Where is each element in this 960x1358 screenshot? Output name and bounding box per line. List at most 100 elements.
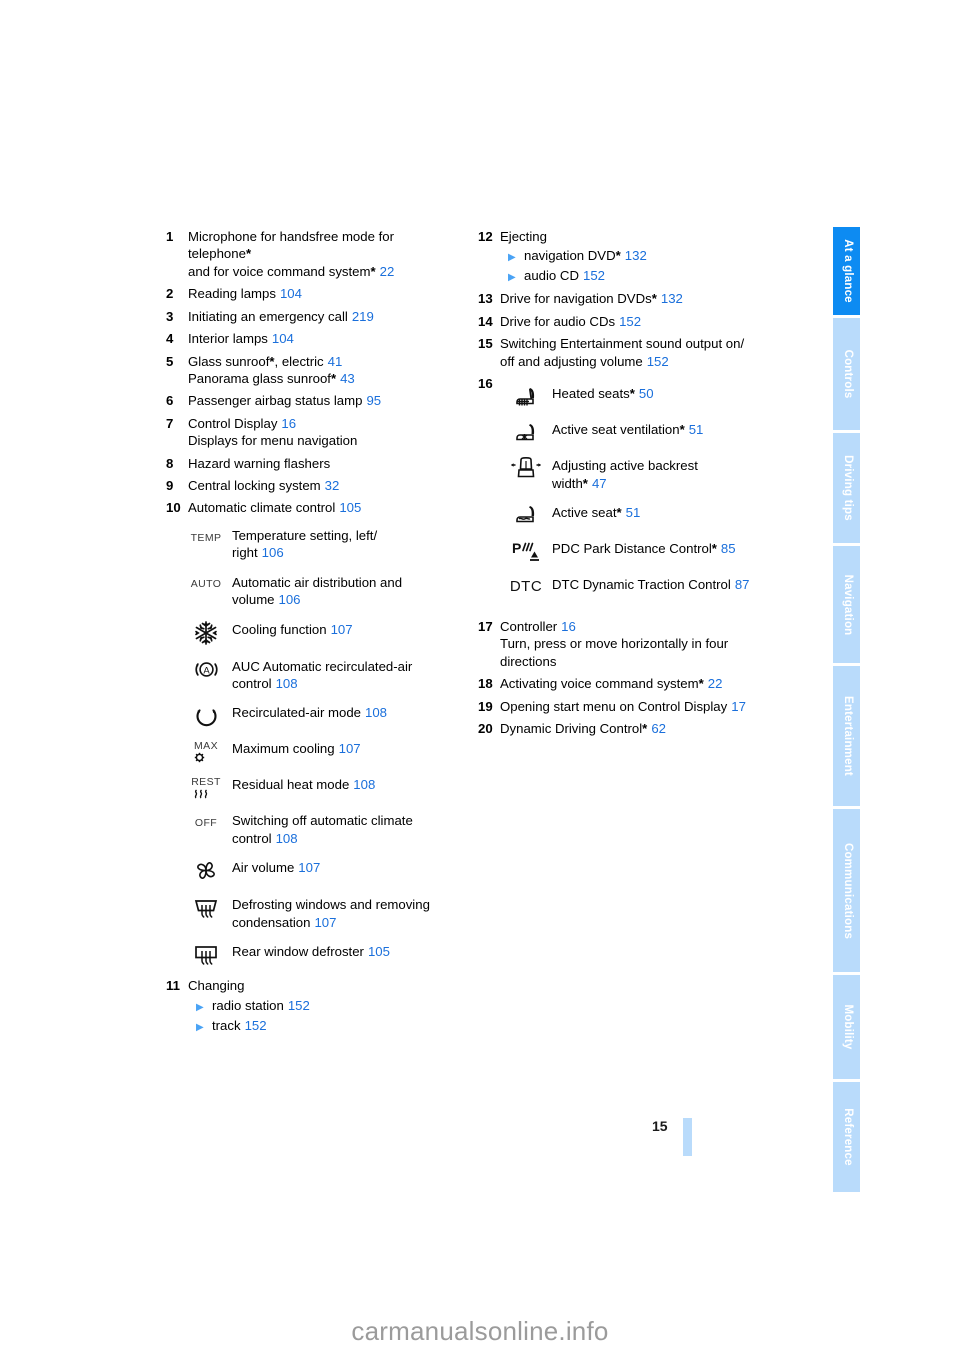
page-reference[interactable]: 95 (366, 393, 381, 408)
item-number: 3 (166, 308, 174, 324)
page-reference[interactable]: 152 (583, 268, 605, 283)
page-reference[interactable]: 107 (314, 915, 336, 930)
page-reference[interactable]: 105 (339, 500, 361, 515)
page-reference[interactable]: 108 (353, 777, 375, 792)
page-reference[interactable]: 62 (651, 721, 666, 736)
numbered-item: 10 Automatic climate control 105 (166, 499, 462, 516)
item-number: 12 (478, 229, 493, 244)
page-reference[interactable]: 22 (380, 264, 395, 279)
numbered-item: 19 Opening start menu on Control Display 1… (478, 698, 808, 715)
dtc-icon: DTC (509, 578, 543, 596)
page-reference[interactable]: 219 (352, 309, 374, 324)
page-reference[interactable]: 104 (272, 331, 294, 346)
chapter-tab-label: Navigation (841, 574, 854, 635)
fan-icon (197, 862, 215, 880)
page-reference[interactable]: 108 (276, 676, 298, 691)
chapter-tab-mobility[interactable]: Mobility (833, 975, 860, 1079)
page-reference[interactable]: 132 (661, 291, 683, 306)
page-reference[interactable]: 16 (281, 416, 296, 431)
page-reference[interactable]: 152 (647, 354, 669, 369)
page-reference[interactable]: 152 (619, 314, 641, 329)
sub-bullet-label: track 152 (212, 1017, 267, 1033)
item-body: Reading lamps 104 (188, 285, 462, 302)
item-body: Opening start menu on Control Display 17 (500, 698, 808, 715)
page-reference[interactable]: 104 (280, 286, 302, 301)
page-reference[interactable]: 22 (708, 676, 723, 691)
icon-description: Air volume 107 (232, 857, 462, 876)
page-reference[interactable]: 87 (735, 577, 750, 592)
item-line: Reading lamps 104 (188, 286, 302, 302)
icon-description: Maximum cooling 107 (232, 738, 462, 757)
chapter-tab-entertainment[interactable]: Entertainment (833, 666, 860, 806)
page-reference[interactable]: 132 (625, 248, 647, 263)
chapter-tab-controls[interactable]: Controls (833, 318, 860, 430)
svg-text:P: P (512, 540, 521, 556)
page-reference[interactable]: 106 (262, 545, 284, 560)
item-body: Automatic climate control 105 (188, 499, 462, 516)
page-reference[interactable]: 105 (368, 944, 390, 959)
item-line: Panorama glass sunroof* 43 (188, 370, 355, 386)
page-reference[interactable]: 41 (328, 354, 343, 369)
page-reference[interactable]: 47 (592, 476, 607, 491)
item-line: Passenger airbag status lamp 95 (188, 393, 382, 409)
page-reference[interactable]: 17 (731, 699, 746, 714)
numbered-item: 14 Drive for audio CDs 152 (478, 313, 808, 330)
item-line: Recirculated-air mode 108 (232, 705, 388, 721)
icon-row: REST Residual heat mode 108 (180, 774, 462, 800)
item-number: 15 (478, 336, 493, 352)
chapter-tab-at-a-glance[interactable]: At a glance (833, 227, 860, 315)
triangle-bullet-icon: ▶ (508, 252, 516, 264)
left-content-column: 1 Microphone for handsfree mode for teleph… (166, 228, 462, 1040)
page-reference[interactable]: 51 (626, 505, 641, 520)
icon-row: AUTO Automatic air distribution and volume… (180, 572, 462, 609)
page-reference[interactable]: 107 (298, 860, 320, 875)
seat-ventilation-icon (516, 423, 535, 440)
chapter-tab-reference[interactable]: Reference (833, 1082, 860, 1192)
page-reference[interactable]: 152 (288, 998, 310, 1013)
chapter-tab-label: Controls (841, 349, 854, 399)
chapter-tab-rail: At a glance Controls Driving tips Navigatio… (833, 227, 860, 1192)
item-line: Heated seats* 50 (552, 386, 654, 402)
item-number: 7 (166, 415, 174, 431)
item-number: 13 (478, 291, 493, 307)
item-line: Turn, press or move horizontally in four (500, 636, 729, 652)
page-reference[interactable]: 16 (561, 619, 576, 634)
residual-heat-icon: REST (180, 774, 232, 800)
page-reference[interactable]: 107 (339, 741, 361, 756)
chapter-tab-navigation[interactable]: Navigation (833, 546, 860, 663)
icon-description: Residual heat mode 108 (232, 774, 462, 793)
item-line: width* 47 (552, 475, 607, 491)
page-reference[interactable]: 50 (639, 386, 654, 401)
chapter-tab-label: Reference (841, 1108, 854, 1166)
numbered-item: 5 Glass sunroof*, electric 41 Panorama glas… (166, 353, 462, 388)
item-16-seat-functions: 16 Heated seats* 50 Active seat ventilatio… (478, 375, 808, 618)
triangle-bullet-icon: ▶ (508, 272, 516, 284)
triangle-bullet-icon: ▶ (196, 1021, 204, 1033)
page-reference[interactable]: 85 (721, 541, 736, 556)
sub-bullet: ▶ navigation DVD* 132 (500, 247, 808, 265)
page-reference[interactable]: 43 (340, 371, 355, 386)
heated-seat-icon (500, 383, 552, 409)
page-reference[interactable]: 51 (689, 422, 704, 437)
page-reference[interactable]: 106 (279, 592, 301, 607)
temp-text-icon: TEMP (190, 531, 222, 544)
numbered-item: 2 Reading lamps 104 (166, 285, 462, 302)
item-number: 4 (166, 331, 174, 347)
page-reference[interactable]: 108 (365, 705, 387, 720)
item-body: Passenger airbag status lamp 95 (188, 392, 462, 409)
item-line: Control Display 16 (188, 415, 297, 431)
page-reference[interactable]: 107 (331, 622, 353, 637)
optional-equipment-asterisk: * (679, 422, 685, 438)
numbered-item: 12 Ejecting ▶ navigation DVD* 132 ▶ audio CD 15… (478, 228, 808, 285)
numbered-item: 4 Interior lamps 104 (166, 330, 462, 347)
page-reference[interactable]: 152 (245, 1018, 267, 1033)
item-body: Initiating an emergency call 219 (188, 308, 462, 325)
page-number: 15 (652, 1118, 668, 1134)
page-reference[interactable]: 32 (325, 478, 340, 493)
chapter-tab-driving-tips[interactable]: Driving tips (833, 433, 860, 543)
page-reference[interactable]: 108 (276, 831, 298, 846)
icon-row: A AUC Automatic recirculated-air control 10… (180, 656, 462, 693)
item-line: Active seat ventilation* 51 (552, 422, 704, 438)
chapter-tab-communications[interactable]: Communications (833, 809, 860, 972)
item-line: volume 106 (232, 592, 301, 608)
